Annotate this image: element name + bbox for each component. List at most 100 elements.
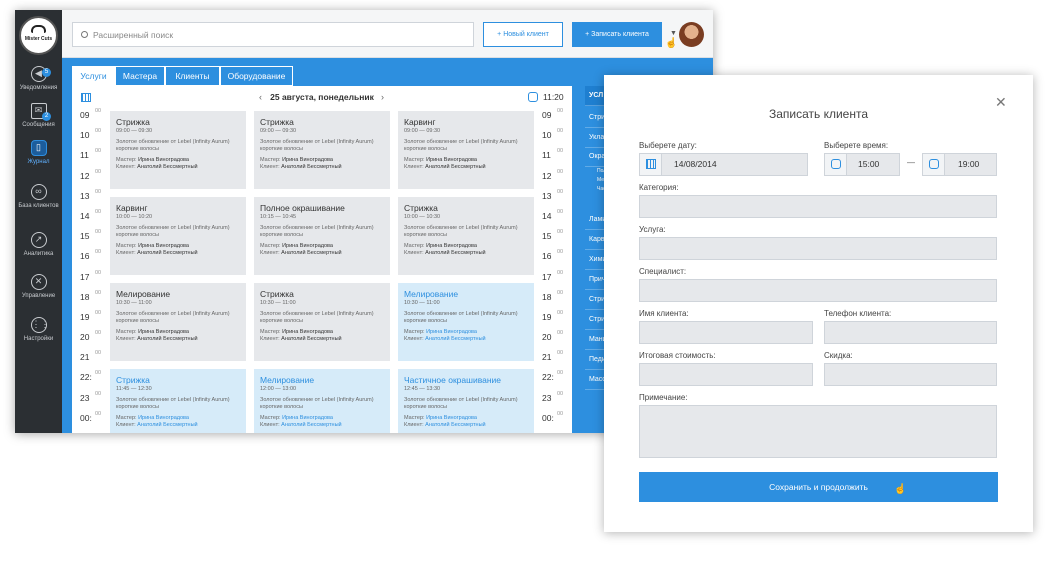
appointment-time: 12:45 — 13:30 — [404, 386, 441, 392]
modal-title: Записать клиента — [768, 107, 869, 121]
appointment-title: Стрижка — [116, 117, 150, 127]
close-icon[interactable]: ✕ — [995, 94, 1007, 111]
hour-label: 22: 00 — [542, 370, 564, 383]
sidebar-item-notifications[interactable]: ◀ 5 Уведомления — [15, 66, 62, 92]
notification-badge: 5 — [42, 68, 51, 77]
appointment-card[interactable]: Мелирование 10:30 — 11:00 Золотое обновлен… — [110, 283, 246, 361]
hour-label: 00: 00 — [80, 410, 102, 423]
appointment-time: 12:00 — 13:00 — [260, 386, 297, 392]
alarm-clock-icon — [825, 154, 847, 175]
management-icon: ✕ — [30, 274, 47, 290]
hour-label: 19 00 — [542, 309, 564, 322]
date-field[interactable]: 14/08/2014 — [639, 153, 808, 176]
note-field[interactable] — [639, 405, 997, 458]
client-phone-field[interactable] — [824, 321, 997, 344]
appointment-description: Золотое обновление от Lebel (Infinity Au… — [404, 311, 518, 324]
appointment-card[interactable]: Стрижка 09:00 — 09:30 Золотое обновление о… — [110, 111, 246, 189]
hour-label: 09 00 — [542, 108, 564, 120]
clock-icon — [528, 92, 538, 102]
book-client-modal: Записать клиента ✕ Выберете дату: 14/08/… — [604, 75, 1033, 532]
appointment-master: Мастер: Ирина Виноградова Клиент: Анатоли… — [116, 243, 198, 256]
appointment-master: Мастер: Ирина Виноградова Клиент: Анатоли… — [260, 329, 342, 342]
appointment-title: Стрижка — [116, 375, 150, 385]
hour-label: 15 00 — [80, 229, 102, 242]
category-field[interactable] — [639, 195, 997, 218]
appointment-time: 10:00 — 10:20 — [116, 214, 153, 220]
service-field[interactable] — [639, 237, 997, 260]
appointment-card[interactable]: Карвинг 10:00 — 10:20 Золотое обновление о… — [110, 197, 246, 275]
appointment-master: Мастер: Ирина Виноградова Клиент: Анатоли… — [260, 415, 342, 428]
total-field[interactable] — [639, 363, 813, 386]
tab-clients[interactable]: Клиенты — [165, 66, 220, 86]
appointment-card[interactable]: Стрижка 09:00 — 09:30 Золотое обновление о… — [254, 111, 390, 189]
appointment-description: Золотое обновление от Lebel (Infinity Au… — [404, 225, 518, 238]
prev-day-button[interactable]: ‹ — [259, 86, 262, 108]
time-label: Выберете время: — [824, 141, 889, 150]
note-label: Примечание: — [639, 393, 688, 402]
search-icon — [81, 31, 88, 38]
new-client-button[interactable]: + Новый клиент — [483, 22, 563, 47]
sidebar-item-messages[interactable]: ✉ 2 Сообщения — [15, 103, 62, 129]
appointment-title: Карвинг — [116, 203, 148, 213]
tab-services[interactable]: Услуги — [72, 66, 115, 86]
appointment-title: Частичное окрашивание — [404, 375, 502, 385]
appointment-time: 10:30 — 11:00 — [260, 300, 296, 306]
appointment-description: Золотое обновление от Lebel (Infinity Au… — [404, 397, 518, 410]
hour-label: 20 00 — [80, 330, 102, 343]
next-day-button[interactable]: › — [381, 86, 384, 108]
appointment-title: Мелирование — [260, 375, 315, 385]
appointment-card[interactable]: Стрижка 11:45 — 12:30 Золотое обновление о… — [110, 369, 246, 433]
discount-field[interactable] — [824, 363, 997, 386]
appointment-master: Мастер: Ирина Виноградова Клиент: Анатоли… — [404, 415, 486, 428]
tab-masters[interactable]: Мастера — [115, 66, 165, 86]
appointment-time: 11:45 — 12:30 — [116, 386, 152, 392]
appointment-master: Мастер: Ирина Виноградова Клиент: Анатоли… — [404, 243, 486, 256]
discount-label: Скидка: — [824, 351, 853, 360]
topbar: Расширенный поиск + Новый клиент + Запис… — [62, 10, 713, 58]
client-name-label: Имя клиента: — [639, 309, 689, 318]
save-continue-button[interactable]: Сохранить и продолжить — [639, 472, 998, 502]
avatar[interactable] — [679, 22, 704, 47]
sidebar-item-analytics[interactable]: ↗ Аналитика — [15, 232, 62, 258]
appointment-card[interactable]: Мелирование 12:00 — 13:00 Золотое обновлен… — [254, 369, 390, 433]
hour-label: 21 00 — [542, 350, 564, 363]
hour-label: 10 00 — [542, 128, 564, 141]
sidebar-item-clients[interactable]: ∞ База клиентов — [15, 184, 62, 210]
appointment-card[interactable]: Полное окрашивание 10:15 — 10:45 Золотое о… — [254, 197, 390, 275]
hour-label: 13 00 — [80, 188, 102, 201]
appointment-description: Золотое обновление от Lebel (Infinity Au… — [260, 397, 374, 410]
sidebar-item-settings[interactable]: ⋮⋮ Настройки — [15, 317, 62, 343]
appointment-title: Мелирование — [404, 289, 459, 299]
tab-equipment[interactable]: Оборудование — [220, 66, 293, 86]
mustache-icon — [31, 25, 46, 33]
client-name-field[interactable] — [639, 321, 813, 344]
logo[interactable]: Mister Cuts — [19, 16, 58, 55]
calendar-icon[interactable] — [81, 93, 91, 102]
appointment-description: Золотое обновление от Lebel (Infinity Au… — [116, 225, 230, 238]
caret-down-icon[interactable]: ▼ — [670, 30, 677, 37]
appointment-card[interactable]: Стрижка 10:00 — 10:30 Золотое обновление о… — [398, 197, 534, 275]
book-client-button[interactable]: + Записать клиента — [572, 22, 662, 47]
time-to-field[interactable]: 19:00 — [922, 153, 997, 176]
hour-label: 18 00 — [80, 289, 102, 302]
hour-label: 19 00 — [80, 309, 102, 322]
specialist-field[interactable] — [639, 279, 997, 302]
appointment-time: 10:30 — 11:00 — [116, 300, 152, 306]
time-from-field[interactable]: 15:00 — [824, 153, 900, 176]
appointment-master: Мастер: Ирина Виноградова Клиент: Анатоли… — [116, 415, 198, 428]
appointment-card[interactable]: Мелирование 10:30 — 11:00 Золотое обновлен… — [398, 283, 534, 361]
hour-label: 14 00 — [542, 208, 564, 221]
hours-column-right: 09 00 10 00 11 00 12 00 13 00 14 00 15 00 16 00 17 00 18 00… — [542, 108, 570, 433]
total-label: Итоговая стоимость: — [639, 351, 716, 360]
appointment-title: Стрижка — [404, 203, 438, 213]
pointer-cursor-icon: ☝ — [665, 38, 678, 49]
sidebar-item-management[interactable]: ✕ Управление — [15, 274, 62, 300]
search-input[interactable]: Расширенный поиск — [72, 22, 474, 47]
appointment-card[interactable]: Стрижка 10:30 — 11:00 Золотое обновление о… — [254, 283, 390, 361]
hour-label: 00: 00 — [542, 410, 564, 423]
sidebar-item-journal[interactable]: ▯ Журнал — [15, 140, 62, 166]
time-range-dash: — — [907, 158, 915, 167]
hour-label: 23 00 — [80, 390, 102, 403]
appointment-card[interactable]: Карвинг 09:00 — 09:30 Золотое обновление о… — [398, 111, 534, 189]
appointment-card[interactable]: Частичное окрашивание 12:45 — 13:30 Золото… — [398, 369, 534, 433]
